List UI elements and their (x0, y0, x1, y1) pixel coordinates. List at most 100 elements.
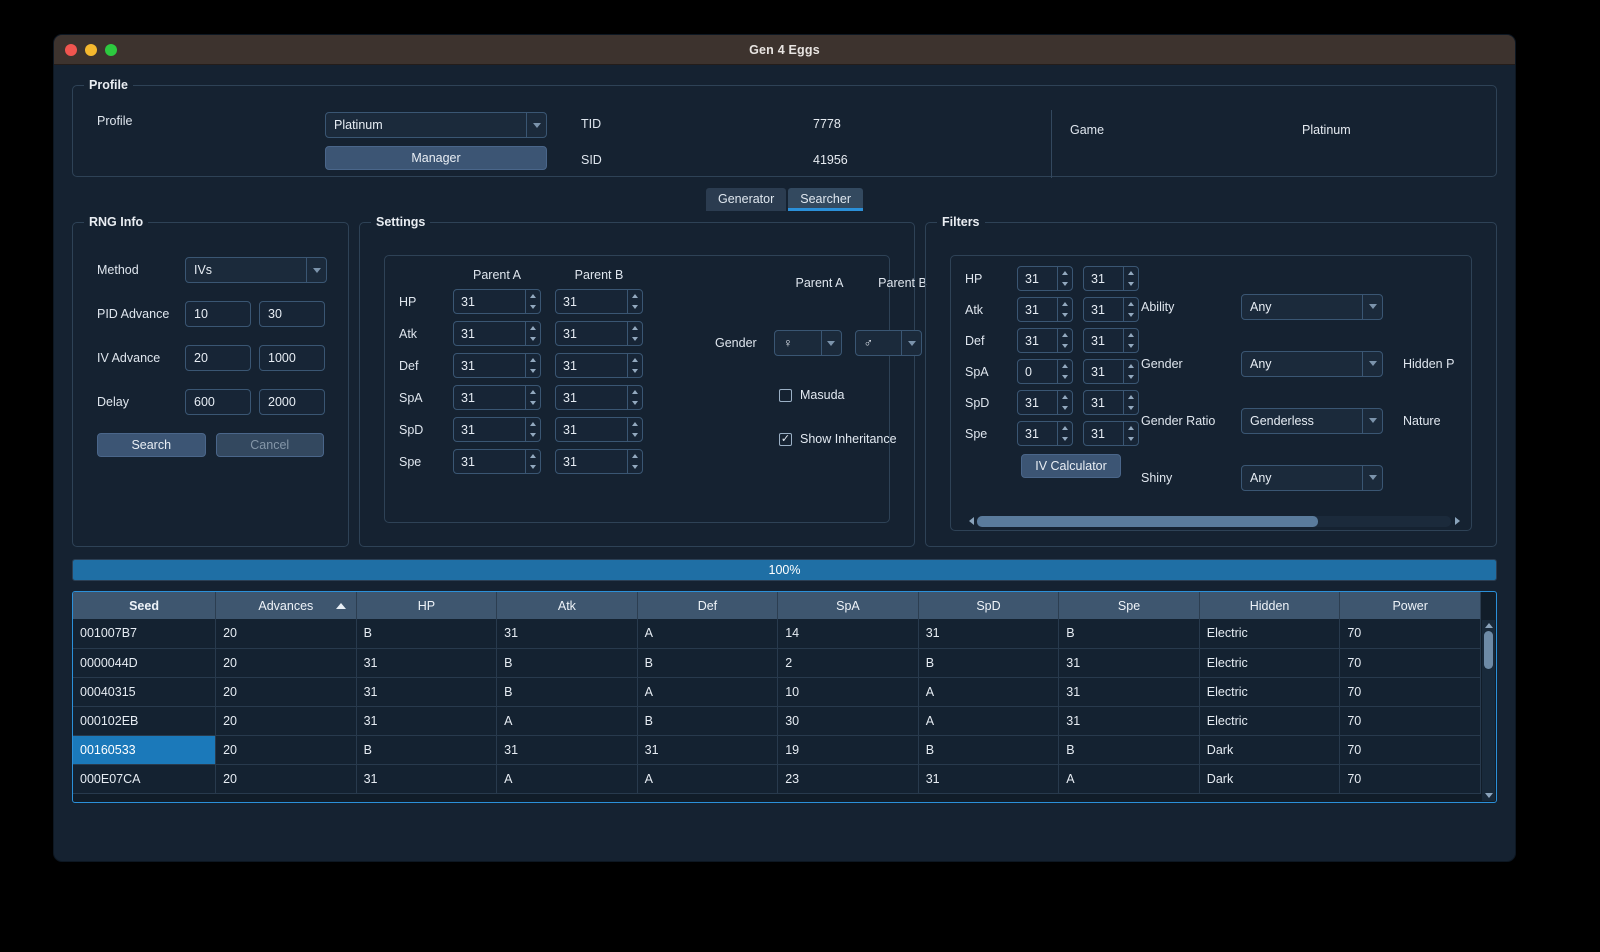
table-cell[interactable]: A (1058, 764, 1200, 794)
column-header-spa[interactable]: SpA (777, 592, 919, 619)
parent-a-def-spinner[interactable]: 31 (453, 353, 541, 378)
tab-searcher[interactable]: Searcher (788, 188, 863, 211)
parent-a-atk-spinner[interactable]: 31 (453, 321, 541, 346)
table-cell[interactable]: 20 (215, 706, 357, 736)
parent-a-hp-spinner[interactable]: 31 (453, 289, 541, 314)
column-header-seed[interactable]: Seed (73, 592, 217, 619)
vscrollbar-thumb[interactable] (1484, 631, 1493, 669)
pid-advance-max-input[interactable]: 30 (259, 301, 325, 327)
scroll-up-icon[interactable] (1482, 620, 1495, 631)
table-cell[interactable]: 70 (1339, 735, 1481, 765)
table-cell[interactable]: Electric (1199, 677, 1341, 707)
table-row[interactable]: 0000044D 20 31 B B 2 B 31 Electric 70 (73, 648, 1481, 678)
iv-advance-min-input[interactable]: 20 (185, 345, 251, 371)
filter-gender-select[interactable]: Any (1241, 350, 1383, 377)
column-header-advances[interactable]: Advances (215, 592, 357, 619)
parent-a-spa-spinner[interactable]: 31 (453, 385, 541, 410)
table-cell[interactable]: 31 (918, 619, 1060, 649)
table-cell[interactable]: 31 (1058, 677, 1200, 707)
filter-hp-min-spinner[interactable]: 31 (1017, 266, 1073, 291)
table-cell[interactable]: 31 (356, 764, 498, 794)
table-cell[interactable]: Electric (1199, 648, 1341, 678)
table-cell[interactable]: 20 (215, 619, 357, 649)
filter-spd-max-spinner[interactable]: 31 (1083, 390, 1139, 415)
table-cell[interactable]: 001007B7 (73, 619, 217, 649)
table-row[interactable]: 000102EB 20 31 A B 30 A 31 Electric 70 (73, 706, 1481, 736)
method-select[interactable]: IVs (185, 257, 327, 283)
filter-spa-max-spinner[interactable]: 31 (1083, 359, 1139, 384)
column-header-hp[interactable]: HP (356, 592, 498, 619)
table-cell[interactable]: B (356, 619, 498, 649)
search-button[interactable]: Search (97, 433, 206, 457)
column-header-atk[interactable]: Atk (496, 592, 638, 619)
cancel-button[interactable]: Cancel (215, 433, 324, 457)
profile-select[interactable]: Platinum (325, 112, 547, 138)
parent-a-spd-spinner[interactable]: 31 (453, 417, 541, 442)
table-cell[interactable]: A (637, 677, 779, 707)
iv-advance-max-input[interactable]: 1000 (259, 345, 325, 371)
filter-spd-min-spinner[interactable]: 31 (1017, 390, 1073, 415)
table-cell[interactable]: A (637, 764, 779, 794)
table-row[interactable]: 00040315 20 31 B A 10 A 31 Electric 70 (73, 677, 1481, 707)
ability-select[interactable]: Any (1241, 293, 1383, 320)
table-cell[interactable]: Dark (1199, 735, 1341, 765)
table-cell[interactable]: B (496, 677, 638, 707)
table-cell[interactable]: 31 (637, 735, 779, 765)
table-cell[interactable]: B (1058, 735, 1200, 765)
column-header-spe[interactable]: Spe (1058, 592, 1200, 619)
table-cell[interactable]: B (496, 648, 638, 678)
table-cell[interactable]: 31 (356, 706, 498, 736)
table-cell[interactable]: 20 (215, 764, 357, 794)
filter-spa-min-spinner[interactable]: 0 (1017, 359, 1073, 384)
table-cell[interactable]: B (918, 648, 1060, 678)
table-cell[interactable]: 31 (918, 764, 1060, 794)
table-cell[interactable]: A (637, 619, 779, 649)
table-row[interactable]: 00160533 20 B 31 31 19 B B Dark 70 (73, 735, 1481, 765)
gender-parent-a-select[interactable]: ♀ (774, 330, 842, 356)
table-cell[interactable]: 20 (215, 648, 357, 678)
column-header-hidden[interactable]: Hidden (1199, 592, 1341, 619)
table-cell[interactable]: 000E07CA (73, 764, 217, 794)
table-cell[interactable]: 19 (777, 735, 919, 765)
table-cell[interactable]: 23 (777, 764, 919, 794)
scroll-right-icon[interactable] (1451, 517, 1463, 525)
scroll-down-icon[interactable] (1482, 790, 1495, 801)
table-cell[interactable]: 70 (1339, 677, 1481, 707)
filter-spe-min-spinner[interactable]: 31 (1017, 421, 1073, 446)
filter-hp-max-spinner[interactable]: 31 (1083, 266, 1139, 291)
table-cell[interactable]: A (496, 764, 638, 794)
column-header-power[interactable]: Power (1339, 592, 1481, 619)
column-header-spd[interactable]: SpD (918, 592, 1060, 619)
table-cell[interactable]: 30 (777, 706, 919, 736)
scrollbar-thumb[interactable] (977, 515, 1319, 527)
table-cell[interactable]: 0000044D (73, 648, 217, 678)
table-cell[interactable]: 31 (496, 619, 638, 649)
table-row[interactable]: 001007B7 20 B 31 A 14 31 B Electric 70 (73, 619, 1481, 649)
table-cell[interactable]: A (918, 677, 1060, 707)
delay-max-input[interactable]: 2000 (259, 389, 325, 415)
parent-b-spe-spinner[interactable]: 31 (555, 449, 643, 474)
table-cell[interactable]: 00160533 (73, 735, 217, 765)
table-cell[interactable]: 31 (496, 735, 638, 765)
shiny-select[interactable]: Any (1241, 464, 1383, 491)
gender-ratio-select[interactable]: Genderless (1241, 407, 1383, 434)
table-cell[interactable]: B (918, 735, 1060, 765)
table-cell[interactable]: A (918, 706, 1060, 736)
table-cell[interactable]: 00040315 (73, 677, 217, 707)
table-cell[interactable]: 31 (1058, 706, 1200, 736)
masuda-checkbox[interactable]: Masuda (779, 388, 935, 402)
pid-advance-min-input[interactable]: 10 (185, 301, 251, 327)
table-cell[interactable]: 2 (777, 648, 919, 678)
parent-b-hp-spinner[interactable]: 31 (555, 289, 643, 314)
scroll-left-icon[interactable] (965, 517, 977, 525)
table-cell[interactable]: 70 (1339, 706, 1481, 736)
table-cell[interactable]: 14 (777, 619, 919, 649)
table-cell[interactable]: 70 (1339, 648, 1481, 678)
table-cell[interactable]: 10 (777, 677, 919, 707)
table-cell[interactable]: 000102EB (73, 706, 217, 736)
table-cell[interactable]: Electric (1199, 706, 1341, 736)
tab-generator[interactable]: Generator (705, 188, 787, 211)
results-vertical-scrollbar[interactable] (1482, 620, 1495, 801)
parent-b-def-spinner[interactable]: 31 (555, 353, 643, 378)
table-cell[interactable]: 70 (1339, 764, 1481, 794)
